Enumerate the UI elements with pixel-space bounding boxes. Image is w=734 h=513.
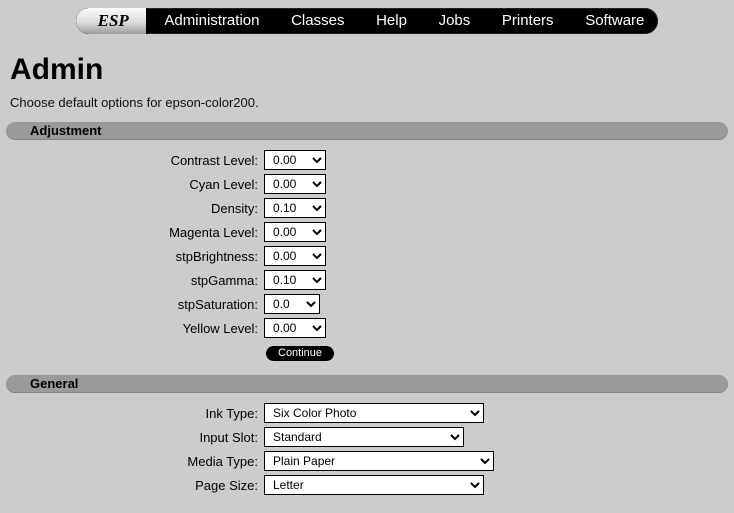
- general-form: Ink Type: Six Color Photo Input Slot: St…: [6, 401, 728, 497]
- row-magenta-level: Magenta Level: 0.00: [6, 220, 728, 244]
- section-adjustment-header: Adjustment: [6, 122, 728, 140]
- select-stp-gamma[interactable]: 0.10: [264, 270, 326, 290]
- select-stp-saturation[interactable]: 0.0: [264, 294, 320, 314]
- label-ink-type: Ink Type:: [6, 406, 264, 421]
- row-yellow-level: Yellow Level: 0.00: [6, 316, 728, 340]
- top-nav: ESP Administration Classes Help Jobs Pri…: [76, 8, 659, 34]
- select-input-slot[interactable]: Standard: [264, 427, 464, 447]
- select-magenta-level[interactable]: 0.00: [264, 222, 326, 242]
- row-density: Density: 0.10: [6, 196, 728, 220]
- label-media-type: Media Type:: [6, 454, 264, 469]
- label-magenta-level: Magenta Level:: [6, 225, 264, 240]
- select-yellow-level[interactable]: 0.00: [264, 318, 326, 338]
- row-input-slot: Input Slot: Standard: [6, 425, 728, 449]
- page-title: Admin: [10, 53, 734, 87]
- select-contrast-level[interactable]: 0.00: [264, 150, 326, 170]
- label-stp-gamma: stpGamma:: [6, 273, 264, 288]
- nav-administration[interactable]: Administration: [150, 8, 273, 34]
- row-ink-type: Ink Type: Six Color Photo: [6, 401, 728, 425]
- continue-row: Continue: [6, 340, 728, 369]
- top-nav-wrap: ESP Administration Classes Help Jobs Pri…: [0, 0, 734, 43]
- row-contrast-level: Contrast Level: 0.00: [6, 148, 728, 172]
- select-density[interactable]: 0.10: [264, 198, 326, 218]
- label-stp-saturation: stpSaturation:: [6, 297, 264, 312]
- row-media-type: Media Type: Plain Paper: [6, 449, 728, 473]
- row-cyan-level: Cyan Level: 0.00: [6, 172, 728, 196]
- nav-printers[interactable]: Printers: [488, 8, 568, 34]
- section-general-header: General: [6, 375, 728, 393]
- adjustment-form: Contrast Level: 0.00 Cyan Level: 0.00 De…: [6, 148, 728, 369]
- label-density: Density:: [6, 201, 264, 216]
- continue-button[interactable]: Continue: [266, 346, 334, 361]
- nav-brand-esp[interactable]: ESP: [76, 8, 147, 34]
- select-ink-type[interactable]: Six Color Photo: [264, 403, 484, 423]
- select-cyan-level[interactable]: 0.00: [264, 174, 326, 194]
- nav-classes[interactable]: Classes: [277, 8, 358, 34]
- nav-help[interactable]: Help: [362, 8, 421, 34]
- row-stp-saturation: stpSaturation: 0.0: [6, 292, 728, 316]
- intro-text: Choose default options for epson-color20…: [10, 95, 734, 110]
- nav-jobs[interactable]: Jobs: [425, 8, 485, 34]
- label-cyan-level: Cyan Level:: [6, 177, 264, 192]
- row-page-size: Page Size: Letter: [6, 473, 728, 497]
- label-stp-brightness: stpBrightness:: [6, 249, 264, 264]
- nav-software[interactable]: Software: [571, 8, 658, 34]
- row-stp-brightness: stpBrightness: 0.00: [6, 244, 728, 268]
- label-yellow-level: Yellow Level:: [6, 321, 264, 336]
- label-contrast-level: Contrast Level:: [6, 153, 264, 168]
- label-page-size: Page Size:: [6, 478, 264, 493]
- select-page-size[interactable]: Letter: [264, 475, 484, 495]
- label-input-slot: Input Slot:: [6, 430, 264, 445]
- select-media-type[interactable]: Plain Paper: [264, 451, 494, 471]
- select-stp-brightness[interactable]: 0.00: [264, 246, 326, 266]
- row-stp-gamma: stpGamma: 0.10: [6, 268, 728, 292]
